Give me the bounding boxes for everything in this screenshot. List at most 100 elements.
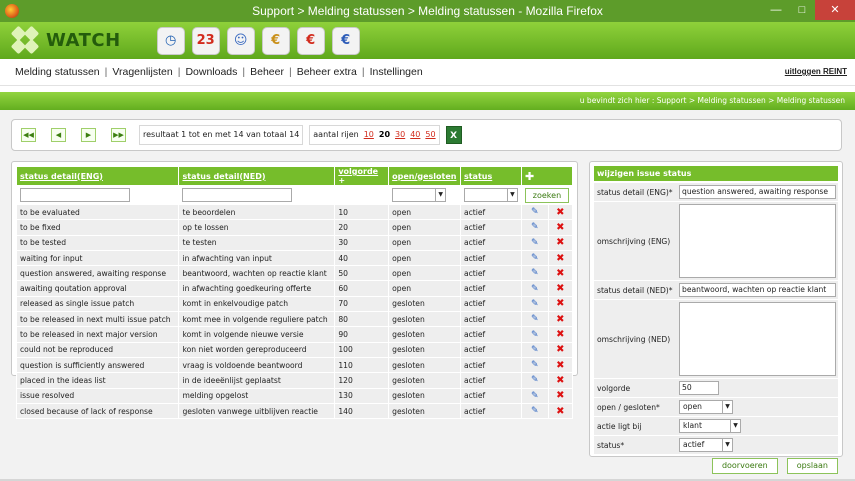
open-gesloten-select[interactable]: open ▼ xyxy=(679,400,733,414)
table-row[interactable]: to be evaluated te beoordelen 10 open actief… xyxy=(15,203,574,221)
table-cell: waiting for input xyxy=(15,249,180,267)
menu-item[interactable]: Instellingen xyxy=(370,66,423,78)
edit-icon[interactable]: ✎ xyxy=(520,265,549,282)
edit-icon[interactable]: ✎ xyxy=(520,234,549,251)
delete-icon[interactable]: ✖ xyxy=(547,372,574,389)
app-logo[interactable]: WATCH xyxy=(10,25,121,54)
logout-link[interactable]: uitloggen REINT xyxy=(785,67,847,76)
edit-icon[interactable]: ✎ xyxy=(520,219,549,236)
calendar-icon[interactable]: 23 xyxy=(191,26,220,55)
delete-icon[interactable]: ✖ xyxy=(547,311,574,328)
header-open-gesloten[interactable]: open/gesloten xyxy=(388,166,461,186)
table-row[interactable]: waiting for input in afwachting van input… xyxy=(15,249,574,267)
delete-icon[interactable]: ✖ xyxy=(547,265,574,282)
delete-icon[interactable]: ✖ xyxy=(547,249,574,267)
minimize-icon[interactable]: — xyxy=(763,0,789,20)
table-row[interactable]: could not be reproduced kon niet worden g… xyxy=(15,341,574,358)
edit-icon[interactable]: ✎ xyxy=(520,280,549,297)
header-status-eng[interactable]: status detail(ENG) xyxy=(15,166,180,186)
detail-eng-input[interactable]: question answered, awaiting response xyxy=(679,185,836,199)
table-cell: te testen xyxy=(178,234,336,251)
table-cell: 100 xyxy=(334,341,390,358)
table-row[interactable]: to be fixed op te lossen 20 open actief ✎ ✖ xyxy=(15,219,574,236)
delete-icon[interactable]: ✖ xyxy=(547,402,574,420)
delete-icon[interactable]: ✖ xyxy=(547,280,574,297)
filter-status-select[interactable]: ▼ xyxy=(463,188,518,202)
prev-page-button[interactable]: ◀ xyxy=(51,128,66,142)
table-row[interactable]: to be released in next multi issue patch… xyxy=(15,311,574,328)
edit-icon[interactable]: ✎ xyxy=(520,249,549,267)
euro-calculator-icon[interactable]: € xyxy=(331,26,360,55)
maximize-icon[interactable]: □ xyxy=(789,0,815,20)
clock-icon[interactable]: ◷ xyxy=(156,26,185,55)
app-header: WATCH ◷ 23 ☺ € € € xyxy=(0,22,855,59)
delete-icon[interactable]: ✖ xyxy=(547,356,574,374)
edit-icon[interactable]: ✎ xyxy=(520,311,549,328)
omschrijving-ned-textarea[interactable] xyxy=(679,302,836,376)
table-row[interactable]: released as single issue patch komt in en… xyxy=(15,295,574,313)
label-open-gesloten: open / gesloten* xyxy=(597,402,660,412)
omschrijving-eng-textarea[interactable] xyxy=(679,204,836,278)
delete-icon[interactable]: ✖ xyxy=(547,326,574,343)
table-row[interactable]: to be released in next major version komt… xyxy=(15,326,574,343)
doorvoeren-button[interactable]: doorvoeren xyxy=(711,458,778,474)
volgorde-input[interactable]: 50 xyxy=(679,381,719,395)
menu-item[interactable]: Melding statussen xyxy=(15,66,100,78)
delete-icon[interactable]: ✖ xyxy=(547,203,574,221)
add-icon[interactable]: ✚ xyxy=(525,170,534,183)
excel-export-icon[interactable]: X xyxy=(445,126,462,144)
rows-option[interactable]: 50 xyxy=(425,126,435,144)
edit-icon[interactable]: ✎ xyxy=(520,402,549,420)
filter-ned-input[interactable] xyxy=(182,188,293,202)
filter-eng-input[interactable] xyxy=(20,188,130,202)
delete-icon[interactable]: ✖ xyxy=(547,234,574,251)
delete-icon[interactable]: ✖ xyxy=(547,341,574,358)
table-row[interactable]: to be tested te testen 30 open actief ✎ ✖ xyxy=(15,234,574,251)
search-button[interactable]: zoeken xyxy=(524,187,569,203)
rows-option[interactable]: 30 xyxy=(395,126,405,144)
table-row[interactable]: closed because of lack of response geslot… xyxy=(15,402,574,420)
edit-icon[interactable]: ✎ xyxy=(520,341,549,358)
header-status-ned[interactable]: status detail(NED) xyxy=(178,166,336,186)
table-cell: actief xyxy=(459,326,522,343)
edit-icon[interactable]: ✎ xyxy=(520,387,549,404)
table-cell: question answered, awaiting response xyxy=(15,265,180,282)
table-row[interactable]: question answered, awaiting response bean… xyxy=(15,265,574,282)
edit-icon[interactable]: ✎ xyxy=(520,295,549,313)
menu-item[interactable]: Vragenlijsten xyxy=(112,66,172,78)
status-select[interactable]: actief ▼ xyxy=(679,438,733,452)
menu-separator: | xyxy=(177,66,181,78)
euro-refresh-icon[interactable]: € xyxy=(296,26,325,55)
close-icon[interactable]: ✕ xyxy=(815,0,855,20)
table-row[interactable]: awaiting qoutation approval in afwachting… xyxy=(15,280,574,297)
table-row[interactable]: placed in the ideas list in de ideeënlijs… xyxy=(15,372,574,389)
edit-icon[interactable]: ✎ xyxy=(520,356,549,374)
actie-select[interactable]: klant ▼ xyxy=(679,419,741,433)
menu-item[interactable]: Beheer xyxy=(250,66,284,78)
rows-option[interactable]: 10 xyxy=(364,126,374,144)
delete-icon[interactable]: ✖ xyxy=(547,219,574,236)
table-row[interactable]: question is sufficiently answered vraag i… xyxy=(15,356,574,374)
edit-icon[interactable]: ✎ xyxy=(520,326,549,343)
delete-icon[interactable]: ✖ xyxy=(547,387,574,404)
users-icon[interactable]: ☺ xyxy=(226,26,255,55)
rows-option[interactable]: 40 xyxy=(410,126,420,144)
last-page-button[interactable]: ▶▶ xyxy=(111,128,126,142)
table-cell: actief xyxy=(459,387,522,404)
filter-open-select[interactable]: ▼ xyxy=(392,188,447,202)
logo-text: WATCH xyxy=(46,30,121,51)
edit-icon[interactable]: ✎ xyxy=(520,203,549,221)
opslaan-button[interactable]: opslaan xyxy=(786,458,838,474)
edit-icon[interactable]: ✎ xyxy=(520,372,549,389)
rows-label: aantal rijen xyxy=(313,130,359,139)
delete-icon[interactable]: ✖ xyxy=(547,295,574,313)
menu-item[interactable]: Downloads xyxy=(185,66,237,78)
euro-coins-icon[interactable]: € xyxy=(261,26,290,55)
header-status[interactable]: status xyxy=(459,166,522,186)
detail-ned-input[interactable]: beantwoord, wachten op reactie klant xyxy=(679,283,836,297)
header-volgorde[interactable]: volgorde + xyxy=(334,166,390,186)
menu-item[interactable]: Beheer extra xyxy=(297,66,357,78)
first-page-button[interactable]: ◀◀ xyxy=(21,128,36,142)
table-row[interactable]: issue resolved melding opgelost 130 geslote… xyxy=(15,387,574,404)
next-page-button[interactable]: ▶ xyxy=(81,128,96,142)
